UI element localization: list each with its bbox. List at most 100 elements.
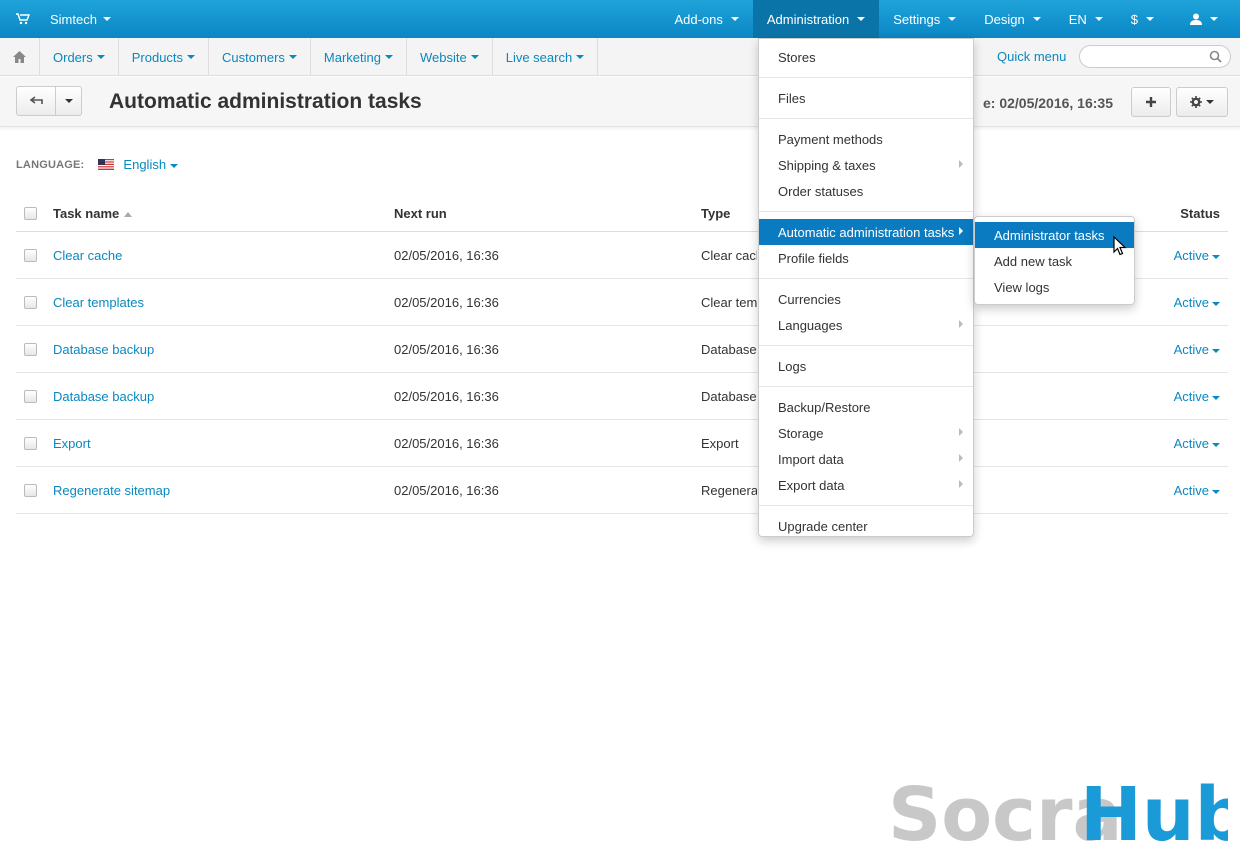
chevron-down-icon <box>288 55 297 59</box>
select-all-checkbox[interactable] <box>24 207 37 220</box>
chevron-down-icon <box>1212 489 1220 494</box>
topnav-add-ons[interactable]: Add-ons <box>660 0 752 38</box>
topnav-settings[interactable]: Settings <box>879 0 970 38</box>
language-value: English <box>123 157 167 172</box>
menu-item-profile-fields[interactable]: Profile fields <box>759 245 973 271</box>
menu-products[interactable]: Products <box>119 38 210 76</box>
status-dropdown[interactable]: Active <box>1174 295 1220 310</box>
task-name-link[interactable]: Database backup <box>53 342 154 357</box>
status-label: Active <box>1173 483 1209 498</box>
menu-item-export-data[interactable]: Export data <box>759 472 973 498</box>
cart-icon[interactable] <box>16 13 30 25</box>
task-name-link[interactable]: Export <box>53 436 91 451</box>
menu-item-files[interactable]: Files <box>759 85 973 111</box>
submenu-item-administrator-tasks[interactable]: Administrator tasks <box>975 222 1134 248</box>
chevron-down-icon <box>170 163 179 168</box>
language-dropdown[interactable]: English <box>123 157 179 172</box>
task-type: Database backup <box>701 389 757 404</box>
back-button-group <box>16 86 82 116</box>
store-selector[interactable]: Simtech <box>50 12 111 27</box>
topnav-label: $ <box>1130 11 1138 27</box>
task-type: Export <box>701 436 739 451</box>
row-checkbox[interactable] <box>24 437 37 450</box>
home-icon <box>13 51 26 63</box>
search-input[interactable] <box>1079 45 1231 68</box>
topnav-label: EN <box>1068 11 1087 27</box>
status-dropdown[interactable]: Active <box>1174 342 1220 357</box>
menu-item-order-statuses[interactable]: Order statuses <box>759 178 973 204</box>
topnav-currency[interactable]: $ <box>1117 0 1168 38</box>
menu-live-search[interactable]: Live search <box>493 38 599 76</box>
menu-marketing[interactable]: Marketing <box>311 38 407 76</box>
task-name-link[interactable]: Database backup <box>53 389 154 404</box>
menu-item-stores[interactable]: Stores <box>759 44 973 70</box>
brand: Simtech <box>16 0 111 38</box>
task-name-link[interactable]: Clear templates <box>53 295 144 310</box>
task-next-run: 02/05/2016, 16:36 <box>394 389 499 404</box>
chevron-down-icon <box>730 17 739 21</box>
menu-divider <box>759 345 973 346</box>
administration-dropdown: Stores Files Payment methods Shipping & tax… <box>758 38 974 537</box>
back-dropdown-button[interactable] <box>56 86 82 116</box>
store-label: Simtech <box>50 11 97 27</box>
chevron-down-icon <box>948 17 957 21</box>
submenu-item-add-new-task[interactable]: Add new task <box>975 248 1134 274</box>
task-type: Clear cache <box>701 248 757 263</box>
user-menu[interactable] <box>1168 0 1240 38</box>
header-next-run: Next run <box>394 206 447 221</box>
add-task-button[interactable] <box>1131 87 1171 117</box>
task-name-link[interactable]: Clear cache <box>53 248 122 263</box>
row-checkbox[interactable] <box>24 390 37 403</box>
menu-item-backup-restore[interactable]: Backup/Restore <box>759 394 973 420</box>
chevron-down-icon <box>1094 17 1103 21</box>
status-dropdown[interactable]: Active <box>1174 389 1220 404</box>
submenu-item-view-logs[interactable]: View logs <box>975 274 1134 300</box>
row-checkbox[interactable] <box>24 343 37 356</box>
menu-item-shipping-taxes[interactable]: Shipping & taxes <box>759 152 973 178</box>
header-status: Status <box>1180 206 1220 221</box>
settings-dropdown-button[interactable] <box>1176 87 1228 117</box>
plus-icon <box>1146 97 1156 107</box>
menu-orders[interactable]: Orders <box>40 38 119 76</box>
menu-item-storage[interactable]: Storage <box>759 420 973 446</box>
menu-item-automatic-administration-tasks[interactable]: Automatic administration tasks <box>759 219 973 245</box>
menu-website[interactable]: Website <box>407 38 493 76</box>
status-label: Active <box>1173 389 1209 404</box>
task-next-run: 02/05/2016, 16:36 <box>394 436 499 451</box>
back-button[interactable] <box>16 86 56 116</box>
chevron-down-icon <box>102 17 111 21</box>
topnav-label: Administration <box>766 11 850 27</box>
header-task-name[interactable]: Task name <box>53 206 133 221</box>
gear-icon <box>1190 96 1202 108</box>
task-name-link[interactable]: Regenerate sitemap <box>53 483 170 498</box>
row-checkbox[interactable] <box>24 249 37 262</box>
status-dropdown[interactable]: Active <box>1174 436 1220 451</box>
page-title: Automatic administration tasks <box>109 90 422 113</box>
quick-menu-link[interactable]: Quick menu <box>997 49 1066 64</box>
topnav-design[interactable]: Design <box>970 0 1054 38</box>
chevron-down-icon <box>384 55 393 59</box>
back-arrow-icon <box>29 96 43 104</box>
topnav-en[interactable]: EN <box>1055 0 1117 38</box>
status-dropdown[interactable]: Active <box>1174 483 1220 498</box>
menu-customers[interactable]: Customers <box>209 38 311 76</box>
top-navbar: Simtech Add-ons Administration Settings Des… <box>0 0 1240 38</box>
status-label: Active <box>1173 248 1209 263</box>
chevron-down-icon <box>857 17 866 21</box>
menu-item-currencies[interactable]: Currencies <box>759 286 973 312</box>
menu-item-import-data[interactable]: Import data <box>759 446 973 472</box>
menu-label: Orders <box>53 49 93 65</box>
topnav-administration[interactable]: Administration <box>752 0 880 38</box>
row-checkbox[interactable] <box>24 296 37 309</box>
status-dropdown[interactable]: Active <box>1174 248 1220 263</box>
menu-item-upgrade-center[interactable]: Upgrade center <box>759 513 973 539</box>
home-button[interactable] <box>0 38 40 76</box>
menu-item-payment-methods[interactable]: Payment methods <box>759 126 973 152</box>
menu-item-logs[interactable]: Logs <box>759 353 973 379</box>
search-icon[interactable] <box>1209 50 1222 63</box>
task-type: Clear templates <box>701 295 757 310</box>
table-row: Database backup 02/05/2016, 16:36 Database… <box>16 326 1228 373</box>
menu-label: Marketing <box>323 49 381 65</box>
menu-item-languages[interactable]: Languages <box>759 312 973 338</box>
row-checkbox[interactable] <box>24 484 37 497</box>
